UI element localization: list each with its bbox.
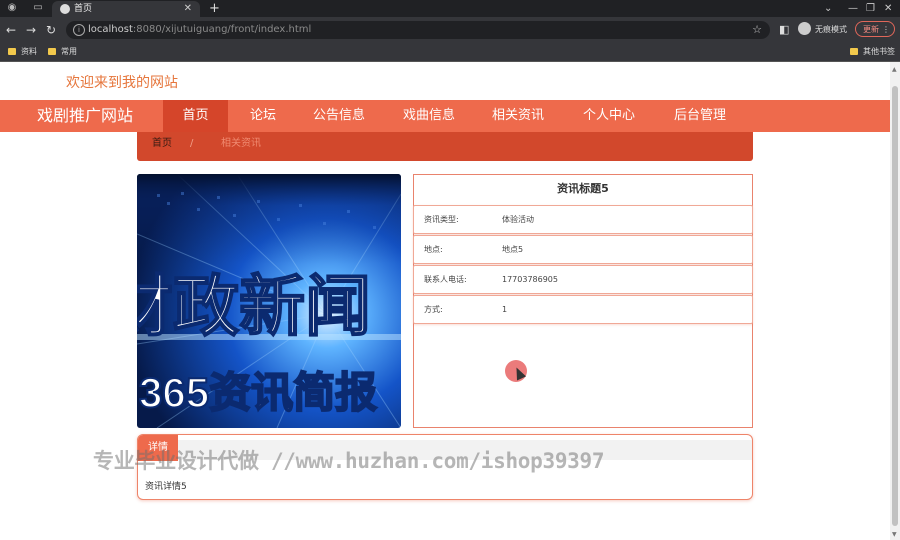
bookmark-label: 资料 — [21, 47, 37, 56]
breadcrumb: 首页 / 相关资讯 — [137, 132, 753, 161]
nav-item-profile[interactable]: 个人中心 — [577, 100, 641, 132]
nav-item-opera[interactable]: 戏曲信息 — [397, 100, 461, 132]
browser-tab-active[interactable]: 首页 ✕ — [52, 1, 200, 17]
watermark-text: 专业毕业设计代做 //www.huzhan.com/ishop39397 — [93, 449, 605, 473]
back-arrow-icon[interactable]: ← — [6, 22, 16, 38]
news-image: 财政新闻 365资讯简报 — [137, 174, 401, 428]
news-image-graphic: 财政新闻 365资讯简报 — [137, 174, 401, 428]
browser-toolbar: ← → ↻ i localhost:8080/xijutuiguang/fron… — [0, 17, 900, 43]
info-label: 联系人电话: — [424, 275, 467, 284]
folder-icon — [48, 48, 56, 55]
bookmark-folder-1[interactable]: 资料 — [8, 46, 37, 58]
info-icon[interactable]: i — [73, 24, 85, 36]
info-value: 1 — [502, 305, 508, 314]
tab-search-icon[interactable]: ▭ — [32, 2, 44, 14]
incognito-avatar-icon[interactable] — [798, 22, 811, 35]
restore-icon[interactable]: ❐ — [866, 0, 875, 17]
forward-arrow-icon[interactable]: → — [26, 22, 36, 38]
more-menu-icon[interactable]: ⋮ — [882, 22, 890, 38]
url-path: :8080/xijutuiguang/front/index.html — [132, 24, 312, 35]
update-button[interactable]: 更新 ⋮ — [855, 21, 895, 37]
url-host: localhost — [88, 24, 133, 35]
main-nav: 戏剧推广网站 首页 论坛 公告信息 戏曲信息 相关资讯 个人中心 后台管理 — [0, 100, 890, 132]
breadcrumb-separator: / — [190, 138, 194, 149]
folder-icon — [850, 48, 858, 55]
minimize-icon[interactable]: — — [848, 0, 858, 17]
new-tab-button[interactable]: + — [209, 0, 220, 17]
url-text[interactable]: localhost:8080/xijutuiguang/front/index.… — [88, 23, 311, 37]
breadcrumb-home[interactable]: 首页 — [152, 132, 172, 156]
news-info-panel: 资讯标题5 资讯类型: 体验活动 地点: 地点5 联系人电话: 17703786… — [413, 174, 753, 428]
site-title[interactable]: 戏剧推广网站 — [37, 100, 133, 132]
close-icon[interactable]: ✕ — [184, 1, 192, 17]
info-value: 体验活动 — [502, 215, 534, 224]
scroll-up-icon[interactable]: ▲ — [892, 66, 897, 73]
incognito-label: 无痕模式 — [815, 25, 847, 34]
scrollbar-thumb[interactable] — [892, 86, 898, 526]
bookmarks-bar: 资料 常用 其他书签 — [0, 43, 900, 62]
bookmark-label: 常用 — [61, 47, 77, 56]
tab-title: 首页 — [74, 4, 93, 14]
bookmark-star-icon[interactable]: ☆ — [752, 22, 762, 38]
folder-icon — [8, 48, 16, 55]
chevron-down-icon[interactable]: ⌄ — [824, 0, 832, 17]
nav-item-home[interactable]: 首页 — [163, 100, 228, 132]
welcome-text: 欢迎来到我的网站 — [66, 75, 178, 91]
info-row-phone: 联系人电话: 17703786905 — [413, 265, 753, 294]
nav-item-admin[interactable]: 后台管理 — [668, 100, 732, 132]
info-row-method: 方式: 1 — [413, 295, 753, 324]
scroll-down-icon[interactable]: ▼ — [892, 531, 897, 538]
breadcrumb-current: 相关资讯 — [221, 138, 261, 149]
news-image-headline: 财政新闻 — [137, 269, 371, 343]
info-value: 地点5 — [502, 245, 524, 254]
other-bookmarks[interactable]: 其他书签 — [850, 46, 895, 58]
window-close-icon[interactable]: ✕ — [884, 0, 892, 17]
reload-icon[interactable]: ↻ — [46, 22, 56, 38]
detail-content: 资讯详情5 — [145, 482, 187, 492]
other-bookmarks-label: 其他书签 — [863, 47, 895, 56]
news-image-subline: 365资讯简报 — [139, 369, 377, 416]
browser-tab-bar: ◉ ▭ 首页 ✕ + ⌄ — ❐ ✕ — [0, 0, 900, 17]
nav-item-announcements[interactable]: 公告信息 — [307, 100, 371, 132]
info-label: 地点: — [424, 245, 443, 254]
update-label: 更新 — [863, 25, 879, 34]
bookmark-folder-2[interactable]: 常用 — [48, 46, 77, 58]
nav-item-news[interactable]: 相关资讯 — [486, 100, 550, 132]
nav-item-forum[interactable]: 论坛 — [236, 100, 290, 132]
info-label: 方式: — [424, 305, 443, 314]
globe-icon — [60, 4, 70, 14]
address-bar[interactable]: i localhost:8080/xijutuiguang/front/inde… — [66, 21, 770, 39]
browser-app-icon[interactable]: ◉ — [6, 2, 18, 14]
sidebar-icon[interactable]: ◧ — [779, 22, 789, 38]
info-row-location: 地点: 地点5 — [413, 235, 753, 264]
news-title: 资讯标题5 — [557, 182, 609, 195]
info-value: 17703786905 — [502, 275, 558, 284]
page-scrollbar[interactable]: ▲ ▼ — [890, 62, 900, 540]
info-row-type: 资讯类型: 体验活动 — [413, 205, 753, 234]
info-label: 资讯类型: — [424, 215, 459, 224]
